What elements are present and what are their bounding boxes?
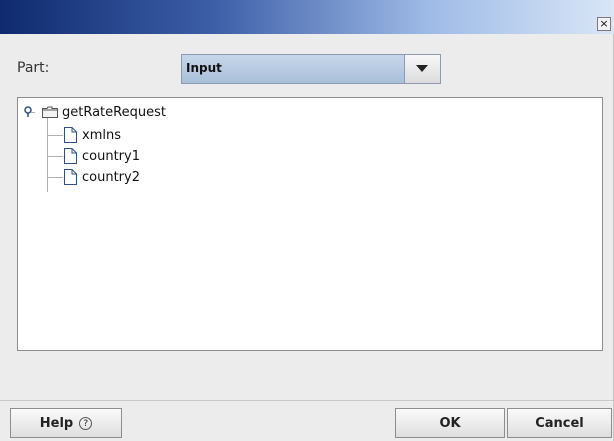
- tree-connector-horizontal: [47, 177, 63, 178]
- help-button[interactable]: Help ?: [10, 408, 122, 438]
- part-select[interactable]: Input: [181, 54, 441, 84]
- cancel-button-label: Cancel: [535, 415, 584, 431]
- document-icon: [64, 127, 77, 143]
- ok-button-label: OK: [439, 415, 461, 431]
- dropdown-button[interactable]: [404, 55, 440, 83]
- close-button[interactable]: ×: [597, 17, 611, 31]
- ok-button[interactable]: OK: [395, 408, 505, 438]
- tree-node-child[interactable]: country2: [64, 167, 140, 187]
- document-icon: [64, 148, 77, 164]
- help-icon: ?: [79, 416, 93, 430]
- tree-node-root[interactable]: getRateRequest: [24, 102, 166, 122]
- tree-node-label: xmlns: [82, 127, 121, 143]
- help-button-label: Help: [39, 415, 74, 431]
- part-label: Part:: [17, 60, 50, 76]
- close-icon: ×: [599, 17, 609, 30]
- part-select-value: Input: [186, 61, 222, 75]
- cancel-button[interactable]: Cancel: [507, 408, 612, 438]
- tree-node-label: country2: [82, 169, 140, 185]
- dialog-window: × Part: Input getRateRequest xmlns count…: [0, 0, 614, 441]
- tree-node-expanded-icon[interactable]: [24, 106, 34, 118]
- chevron-down-icon: [416, 65, 428, 72]
- folder-icon: [42, 106, 58, 118]
- tree-connector-vertical: [47, 114, 48, 192]
- part-tree[interactable]: getRateRequest xmlns country1 country2: [17, 97, 603, 351]
- tree-node-child[interactable]: xmlns: [64, 125, 121, 145]
- tree-connector-horizontal: [47, 135, 63, 136]
- tree-node-label: getRateRequest: [62, 104, 166, 120]
- title-bar[interactable]: ×: [0, 0, 614, 34]
- divider: [0, 400, 614, 401]
- tree-connector-horizontal: [47, 156, 63, 157]
- tree-node-child[interactable]: country1: [64, 146, 140, 166]
- tree-node-label: country1: [82, 148, 140, 164]
- document-icon: [64, 169, 77, 185]
